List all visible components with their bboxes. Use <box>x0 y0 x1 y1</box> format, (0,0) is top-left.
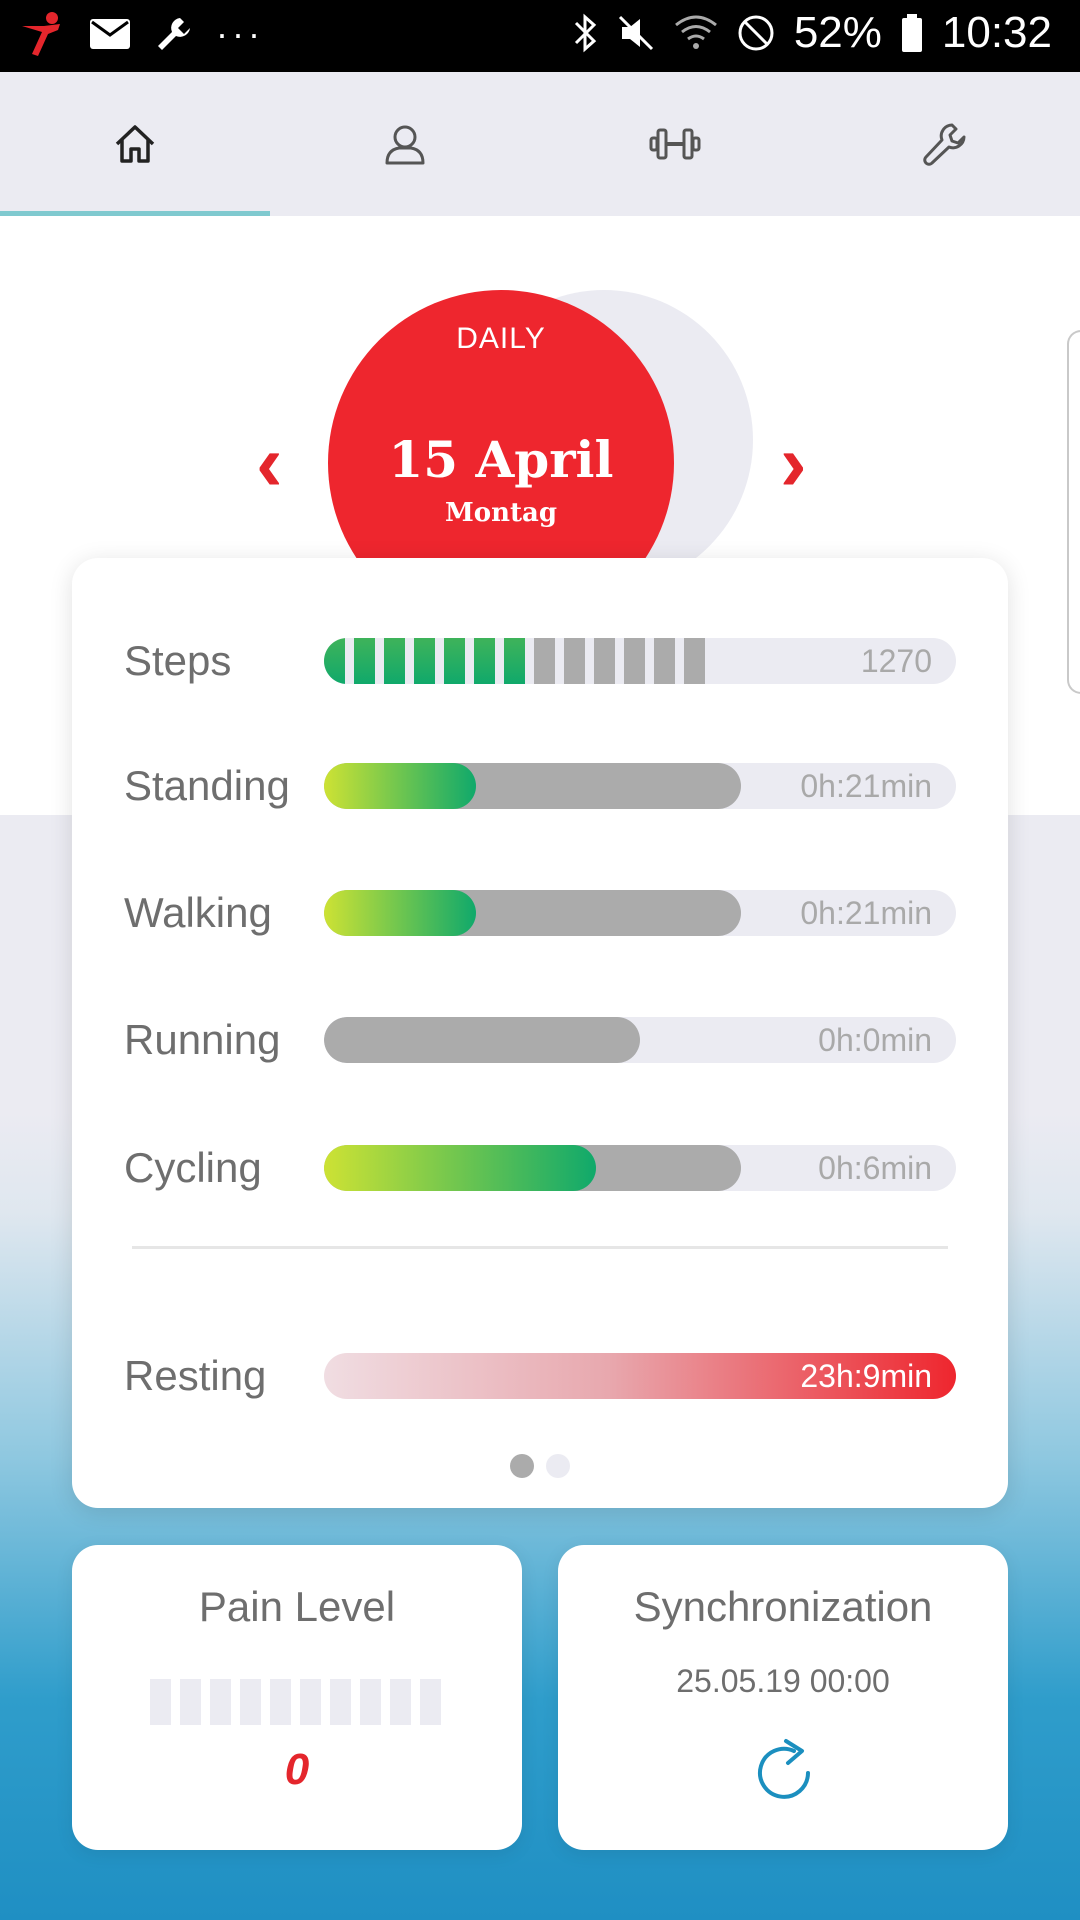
steps-segments <box>324 638 705 684</box>
clock: 10:32 <box>941 8 1052 57</box>
steps-segment <box>474 638 495 684</box>
mute-icon <box>618 15 653 51</box>
pain-segment <box>390 1679 411 1725</box>
page-dot-1[interactable] <box>510 1454 534 1478</box>
walking-bar: 0h:21min <box>324 890 956 936</box>
steps-segment <box>594 638 615 684</box>
page-dot-2[interactable] <box>546 1454 570 1478</box>
sync-date: 25.05.19 00:00 <box>676 1663 890 1699</box>
running-bar: 0h:0min <box>324 1017 956 1063</box>
tab-exercise[interactable] <box>540 72 810 216</box>
pain-segment <box>150 1679 171 1725</box>
cycling-value: 0h:6min <box>818 1150 932 1186</box>
next-day-button[interactable]: › <box>780 423 807 503</box>
standing-progress-fill <box>324 763 476 809</box>
steps-segment <box>624 638 645 684</box>
resting-label: Resting <box>124 1352 267 1399</box>
side-drawer-handle[interactable] <box>1067 330 1080 694</box>
steps-segment <box>384 638 405 684</box>
wrench-icon <box>158 18 190 50</box>
steps-segment <box>564 638 585 684</box>
home-icon <box>115 125 155 163</box>
resting-row: Resting 23h:9min <box>72 1351 1008 1401</box>
activity-card: Steps 1270 Standing 0h:21min Walking 0h:… <box>72 558 1008 1508</box>
mail-icon <box>90 19 130 49</box>
pain-level-scale <box>150 1679 441 1725</box>
tab-profile[interactable] <box>270 72 540 216</box>
prev-day-button[interactable]: ‹ <box>256 423 283 503</box>
running-label: Running <box>124 1016 281 1063</box>
sync-card[interactable]: Synchronization 25.05.19 00:00 <box>558 1545 1008 1850</box>
resting-bar: 23h:9min <box>324 1353 956 1399</box>
running-goal-fill <box>324 1017 640 1063</box>
walking-row: Walking 0h:21min <box>72 888 1008 938</box>
pain-segment <box>420 1679 441 1725</box>
divider <box>132 1246 948 1249</box>
running-value: 0h:0min <box>818 1022 932 1058</box>
date-label: 15 April <box>388 430 614 489</box>
standing-label: Standing <box>124 762 290 809</box>
steps-segment <box>504 638 525 684</box>
steps-segment <box>534 638 555 684</box>
resting-value: 23h:9min <box>800 1358 932 1394</box>
cycling-progress-fill <box>324 1145 596 1191</box>
sync-title: Synchronization <box>633 1583 933 1630</box>
steps-segment <box>654 638 675 684</box>
pain-segment <box>330 1679 351 1725</box>
cycling-row: Cycling 0h:6min <box>72 1143 1008 1193</box>
standing-bar: 0h:21min <box>324 763 956 809</box>
standing-value: 0h:21min <box>800 768 932 804</box>
walking-label: Walking <box>124 889 272 936</box>
steps-segment <box>444 638 465 684</box>
more-icon: ··· <box>216 13 264 54</box>
app-runner-icon <box>22 12 60 56</box>
steps-value: 1270 <box>860 643 932 679</box>
sync-icon[interactable] <box>746 1735 822 1811</box>
pain-segment <box>240 1679 261 1725</box>
walking-progress-fill <box>324 890 476 936</box>
tab-bar <box>0 72 1080 216</box>
steps-segment <box>324 638 345 684</box>
bluetooth-icon <box>574 13 596 53</box>
period-label: DAILY <box>456 322 546 355</box>
cycling-label: Cycling <box>124 1144 262 1191</box>
steps-label: Steps <box>124 637 232 684</box>
pain-segment <box>300 1679 321 1725</box>
battery-percent: 52% <box>793 8 882 57</box>
steps-row: Steps 1270 <box>72 636 1008 686</box>
standing-row: Standing 0h:21min <box>72 761 1008 811</box>
walking-value: 0h:21min <box>800 895 932 931</box>
pain-level-value: 0 <box>284 1745 310 1794</box>
wifi-icon <box>674 15 717 49</box>
pain-segment <box>210 1679 231 1725</box>
dnd-icon <box>738 15 774 51</box>
dumbbell-icon <box>649 128 701 160</box>
steps-segment <box>414 638 435 684</box>
page-indicator[interactable] <box>72 1454 1008 1478</box>
steps-bar: 1270 <box>324 638 956 684</box>
wrench-icon <box>923 123 966 166</box>
pain-segment <box>270 1679 291 1725</box>
pain-segment <box>360 1679 381 1725</box>
pain-level-title: Pain Level <box>198 1583 396 1630</box>
tab-home[interactable] <box>0 72 270 216</box>
pain-segment <box>180 1679 201 1725</box>
tab-settings[interactable] <box>810 72 1080 216</box>
running-row: Running 0h:0min <box>72 1015 1008 1065</box>
weekday-label: Montag <box>444 498 558 528</box>
pain-level-card[interactable]: Pain Level 0 <box>72 1545 522 1850</box>
status-bar: ··· 52% 10:32 <box>0 0 1080 72</box>
steps-segment <box>684 638 705 684</box>
steps-segment <box>354 638 375 684</box>
user-icon <box>385 125 425 165</box>
battery-icon <box>901 14 922 52</box>
cycling-bar: 0h:6min <box>324 1145 956 1191</box>
